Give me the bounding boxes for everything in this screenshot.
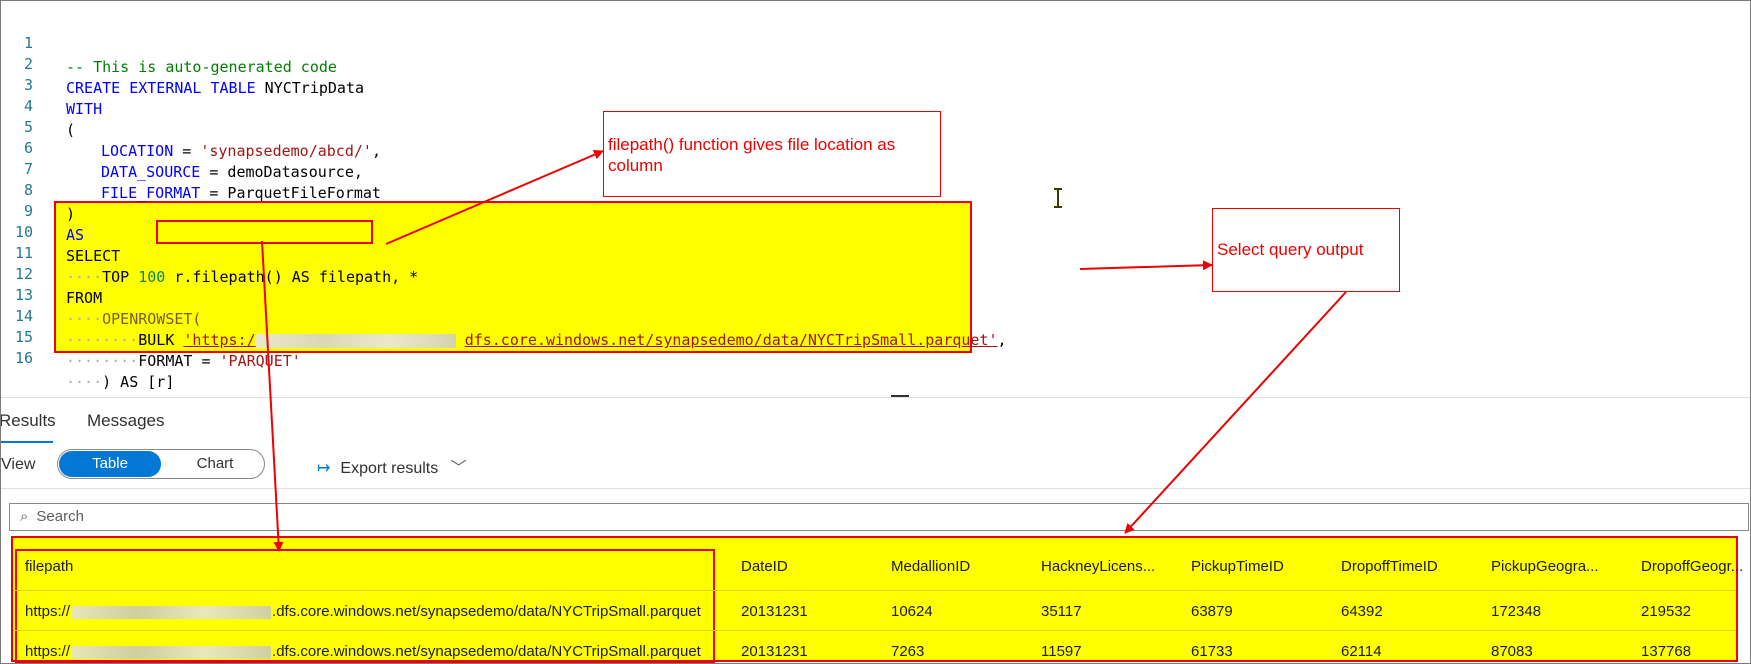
filepath-annotation-text: filepath() function gives file location … xyxy=(608,135,896,175)
tab-results[interactable]: Results xyxy=(1,411,56,431)
filepath-suffix: .dfs.core.windows.net/synapsedemo/data/N… xyxy=(272,643,701,660)
column-header-hackneylicense[interactable]: HackneyLicens... xyxy=(1041,558,1155,575)
column-header-dropoffgeography[interactable]: DropoffGeogr... xyxy=(1641,558,1743,575)
keyword: CREATE EXTERNAL TABLE xyxy=(66,79,256,97)
cell-hackneylicense: 35117 xyxy=(1041,603,1082,620)
cell-pickuptimeid: 63879 xyxy=(1191,603,1233,620)
keyword: LOCATION xyxy=(101,142,174,160)
code-text: = demoDatasource, xyxy=(200,163,363,181)
keyword: WITH xyxy=(66,100,103,118)
url-start: 'https:/ xyxy=(183,331,256,349)
paren: ) xyxy=(66,205,76,223)
string: 'synapsedemo/abcd/' xyxy=(200,142,372,160)
operator: = xyxy=(192,352,220,370)
punctuation: , * xyxy=(391,268,419,286)
paren: ( xyxy=(66,121,76,139)
view-label: View xyxy=(1,456,36,473)
tab-results-underline xyxy=(1,441,53,443)
column-header-pickupgeography[interactable]: PickupGeogra... xyxy=(1491,558,1599,575)
filepath-annotation-note: filepath() function gives file location … xyxy=(603,111,941,197)
filepath-prefix: https:// xyxy=(25,603,71,620)
row-divider xyxy=(13,630,1736,631)
column-header-medallionid[interactable]: MedallionID xyxy=(891,558,970,575)
keyword: FROM xyxy=(66,289,103,307)
comment: -- This is auto-generated code xyxy=(66,58,337,76)
number: 100 xyxy=(138,268,166,286)
sql-editor[interactable]: 1 -- This is auto-generated code 2 CREAT… xyxy=(1,7,1750,397)
cell-dropoffgeography: 137768 xyxy=(1641,643,1692,660)
cell-pickuptimeid: 61733 xyxy=(1191,643,1233,660)
filepath-expression: r.filepath() AS filepath xyxy=(174,268,392,286)
search-placeholder: Search xyxy=(36,508,84,525)
view-toggle[interactable]: Table Chart xyxy=(57,449,265,479)
redacted-blur xyxy=(71,645,272,659)
cell-filepath: https:// .dfs.core.windows.net/synapsedem… xyxy=(25,643,701,660)
code-line-16: 16 ····) AS [r] xyxy=(1,322,174,391)
search-icon: ⌕ xyxy=(20,508,29,525)
cell-hackneylicense: 11597 xyxy=(1041,643,1082,660)
keyword: SELECT xyxy=(66,247,121,265)
code-text: = ParquetFileFormat xyxy=(200,184,381,202)
text-cursor-icon xyxy=(1054,188,1062,208)
column-header-dropofftimeid[interactable]: DropoffTimeID xyxy=(1341,558,1438,575)
function-name: OPENROWSET( xyxy=(102,310,202,328)
tab-messages[interactable]: Messages xyxy=(87,411,164,431)
cell-pickupgeography: 172348 xyxy=(1491,603,1542,620)
select-output-annotation-note: Select query output xyxy=(1212,208,1400,292)
punctuation: , xyxy=(371,142,381,160)
column-header-pickuptimeid[interactable]: PickupTimeID xyxy=(1191,558,1284,575)
filepath-expression-highlight xyxy=(156,220,373,244)
export-results-label: Export results xyxy=(340,460,439,477)
results-search-input[interactable]: ⌕ Search xyxy=(9,503,1749,531)
keyword: BULK xyxy=(138,331,175,349)
punctuation: , xyxy=(997,331,1007,349)
keyword: FORMAT xyxy=(138,352,193,370)
row-divider xyxy=(13,590,1736,591)
screenshot-frame: 1 -- This is auto-generated code 2 CREAT… xyxy=(0,0,1751,664)
keyword: TOP xyxy=(102,268,130,286)
cell-dropofftimeid: 64392 xyxy=(1341,603,1383,620)
chevron-down-icon: ﹀ xyxy=(450,460,467,477)
export-results-button[interactable]: ↦ Export results ﹀ xyxy=(317,454,467,478)
cell-filepath: https:// .dfs.core.windows.net/synapsedem… xyxy=(25,603,701,620)
string: 'PARQUET' xyxy=(219,352,301,370)
filepath-suffix: .dfs.core.windows.net/synapsedemo/data/N… xyxy=(272,603,701,620)
toggle-chart[interactable]: Chart xyxy=(168,451,262,477)
cell-dateid: 20131231 xyxy=(741,643,808,660)
cell-medallionid: 7263 xyxy=(891,643,925,660)
keyword: AS xyxy=(66,226,85,244)
line-number: 16 xyxy=(14,349,33,367)
export-arrow-icon: ↦ xyxy=(317,460,331,477)
column-header-filepath[interactable]: filepath xyxy=(25,558,73,575)
select-output-annotation-text: Select query output xyxy=(1217,240,1364,259)
redacted-blur xyxy=(255,333,456,348)
operator: = xyxy=(173,142,201,160)
cell-dropoffgeography: 219532 xyxy=(1641,603,1692,620)
toggle-table[interactable]: Table xyxy=(59,451,161,477)
table-name: NYCTripData xyxy=(255,79,365,97)
cell-dateid: 20131231 xyxy=(741,603,808,620)
cell-dropofftimeid: 62114 xyxy=(1341,643,1382,660)
cell-medallionid: 10624 xyxy=(891,603,933,620)
pane-divider xyxy=(1,397,1750,398)
keyword: FILE_FORMAT xyxy=(101,184,201,202)
filepath-prefix: https:// xyxy=(25,643,71,660)
column-header-dateid[interactable]: DateID xyxy=(741,558,788,575)
toolbar-separator xyxy=(1,488,1750,489)
results-grid: filepath DateID MedallionID HackneyLicen… xyxy=(11,536,1743,663)
url-end: dfs.core.windows.net/synapsedemo/data/NY… xyxy=(464,331,998,349)
keyword: DATA_SOURCE xyxy=(101,163,201,181)
code-text: ) AS [r] xyxy=(102,373,175,391)
cell-pickupgeography: 87083 xyxy=(1491,643,1533,660)
redacted-blur xyxy=(71,605,272,619)
